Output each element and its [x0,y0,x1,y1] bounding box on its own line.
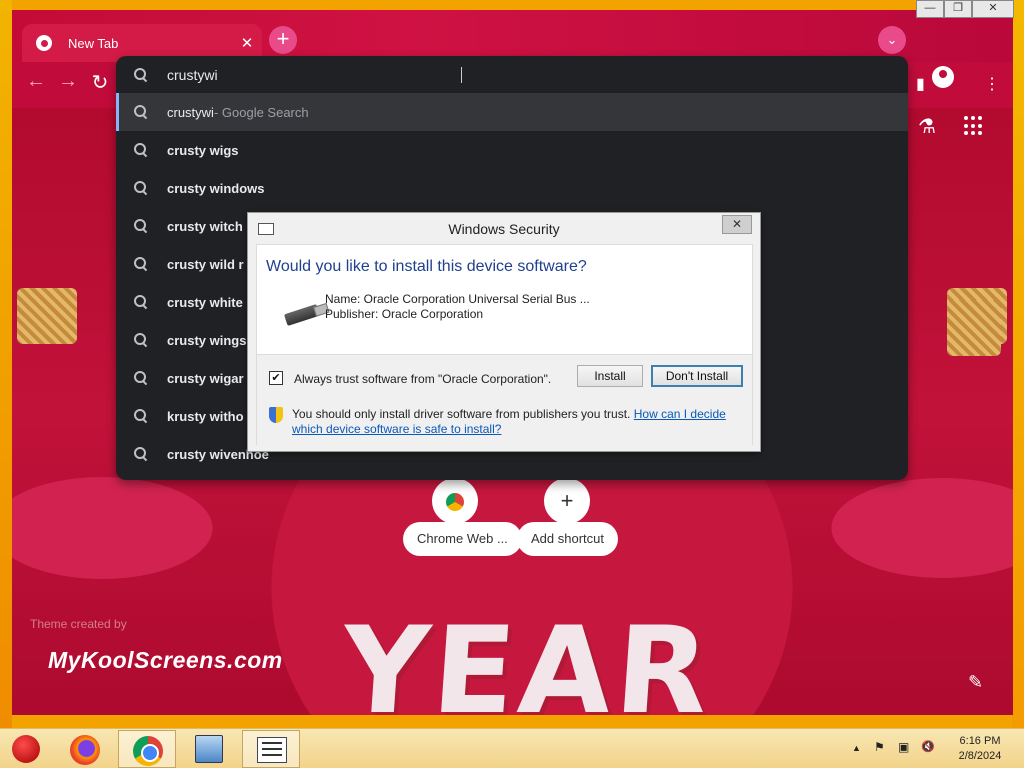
add-shortcut-icon[interactable]: + [544,478,590,524]
suggestion-text: crusty wild r [167,256,244,272]
tab-search-button[interactable]: ⌄ [878,26,906,54]
search-icon [134,333,148,347]
taskbar-firefox[interactable] [56,730,114,768]
suggestion-text: crusty windows [167,180,265,196]
side-panel-icon[interactable]: ▮ [916,74,925,94]
dialog-title: Windows Security [448,221,560,237]
search-icon [134,105,148,119]
suggestion-text: krusty witho [167,408,244,424]
usb-device-icon [283,304,321,326]
desktop-background [0,0,12,728]
omnibox-text: crustywi [167,67,218,83]
taskbar-list-app[interactable] [242,730,300,768]
suggestion-text: crusty white [167,294,243,310]
search-icon [134,295,148,309]
forward-button[interactable]: → [54,70,82,93]
back-button[interactable]: ← [22,70,50,93]
suggestion-item[interactable]: crusty windows [116,169,908,207]
device-name: Name: Oracle Corporation Universal Seria… [325,292,590,306]
taskbar-network-app[interactable] [180,730,238,768]
firefox-icon [70,735,100,765]
apps-grid-icon[interactable] [964,116,984,136]
search-icon [134,181,148,195]
warning-text: You should only install driver software … [292,407,742,437]
shortcut-chrome-web-store-icon[interactable] [432,478,478,524]
install-button[interactable]: Install [577,365,643,387]
new-tab-button[interactable]: + [269,26,297,54]
suggestion-text: crusty witch [167,218,243,234]
tab-title: New Tab [68,35,119,51]
dialog-content: Would you like to install this device so… [256,244,753,446]
search-icon [134,447,148,461]
profile-avatar[interactable] [932,66,954,88]
customize-edit-icon[interactable]: ✎ [968,672,983,693]
reload-button[interactable]: ↻ [86,70,114,95]
omnibox-input[interactable]: crustywi [116,56,908,94]
search-icon [134,219,148,233]
suggestion-suffix: - Google Search [213,104,309,120]
shortcut-chrome-web-store[interactable]: Chrome Web ... [403,522,522,556]
labs-icon[interactable]: ⚗ [918,114,936,139]
chrome-icon [133,736,163,766]
suggestion-text: crusty wings [167,332,247,348]
suggestion-item[interactable]: crustywi - Google Search [116,93,908,131]
dialog-titlebar[interactable]: Windows Security ✕ [248,213,760,243]
search-icon [134,257,148,271]
search-icon [134,143,148,157]
uac-shield-icon [269,407,283,423]
shortcut-add[interactable]: Add shortcut [517,522,618,556]
tab-strip: New Tab ✕ + ⌄ [12,10,1013,62]
suggestion-item[interactable]: crusty wigs [116,131,908,169]
chrome-favicon-icon [36,35,52,51]
dont-install-button[interactable]: Don't Install [651,365,743,387]
tab-close-icon[interactable]: ✕ [232,34,262,52]
watermark-text: MyKoolScreens.com [48,647,283,673]
device-publisher: Publisher: Oracle Corporation [325,307,484,321]
window-controls: — ❐ ✕ [916,0,1014,18]
suggestion-text: crusty wigar [167,370,244,386]
theme-credit: Theme created by [30,617,127,631]
start-ornament-icon [12,735,40,763]
volume-muted-icon[interactable]: 🔇 [921,740,935,753]
clock-time: 6:16 PM [959,735,1001,747]
desktop-background-right [1012,0,1024,728]
dialog-heading: Would you like to install this device so… [266,258,587,275]
menu-kebab-icon[interactable]: ⋮ [984,74,1000,94]
ornament-decoration [947,300,1001,356]
text-cursor [461,67,463,83]
taskbar: ▲ ⚑ ▣ 🔇 6:16 PM 2/8/2024 [0,728,1024,768]
window-close-button[interactable]: ✕ [972,0,1014,18]
start-button[interactable] [0,730,58,768]
device-info: Name: Oracle Corporation Universal Seria… [325,292,590,322]
suggestion-text: crusty wigs [167,142,239,158]
network-tray-icon[interactable]: ▣ [898,740,909,754]
clock[interactable]: 6:16 PM 2/8/2024 [948,734,1012,764]
search-icon [134,371,148,385]
action-center-flag-icon[interactable]: ⚑ [874,740,885,754]
search-icon [134,409,148,423]
windows-security-dialog: Windows Security ✕ Would you like to ins… [247,212,761,452]
suggestion-text: crustywi [167,104,214,120]
always-trust-checkbox[interactable]: ✔ [269,371,283,385]
network-computer-icon [195,735,223,763]
list-document-icon [257,737,287,763]
warning-message: You should only install driver software … [292,407,631,421]
minimize-button[interactable]: — [916,0,944,18]
ornament-decoration [17,288,77,344]
tray-overflow-icon[interactable]: ▲ [852,743,861,753]
dialog-actions: ✔ Always trust software from "Oracle Cor… [257,355,752,446]
always-trust-label[interactable]: Always trust software from "Oracle Corpo… [294,372,551,386]
taskbar-chrome[interactable] [118,730,176,768]
dialog-close-button[interactable]: ✕ [722,215,752,234]
search-icon [134,68,148,82]
background-year-text: YEAR [337,602,718,715]
restore-button[interactable]: ❐ [944,0,972,18]
clock-date: 2/8/2024 [958,750,1002,762]
